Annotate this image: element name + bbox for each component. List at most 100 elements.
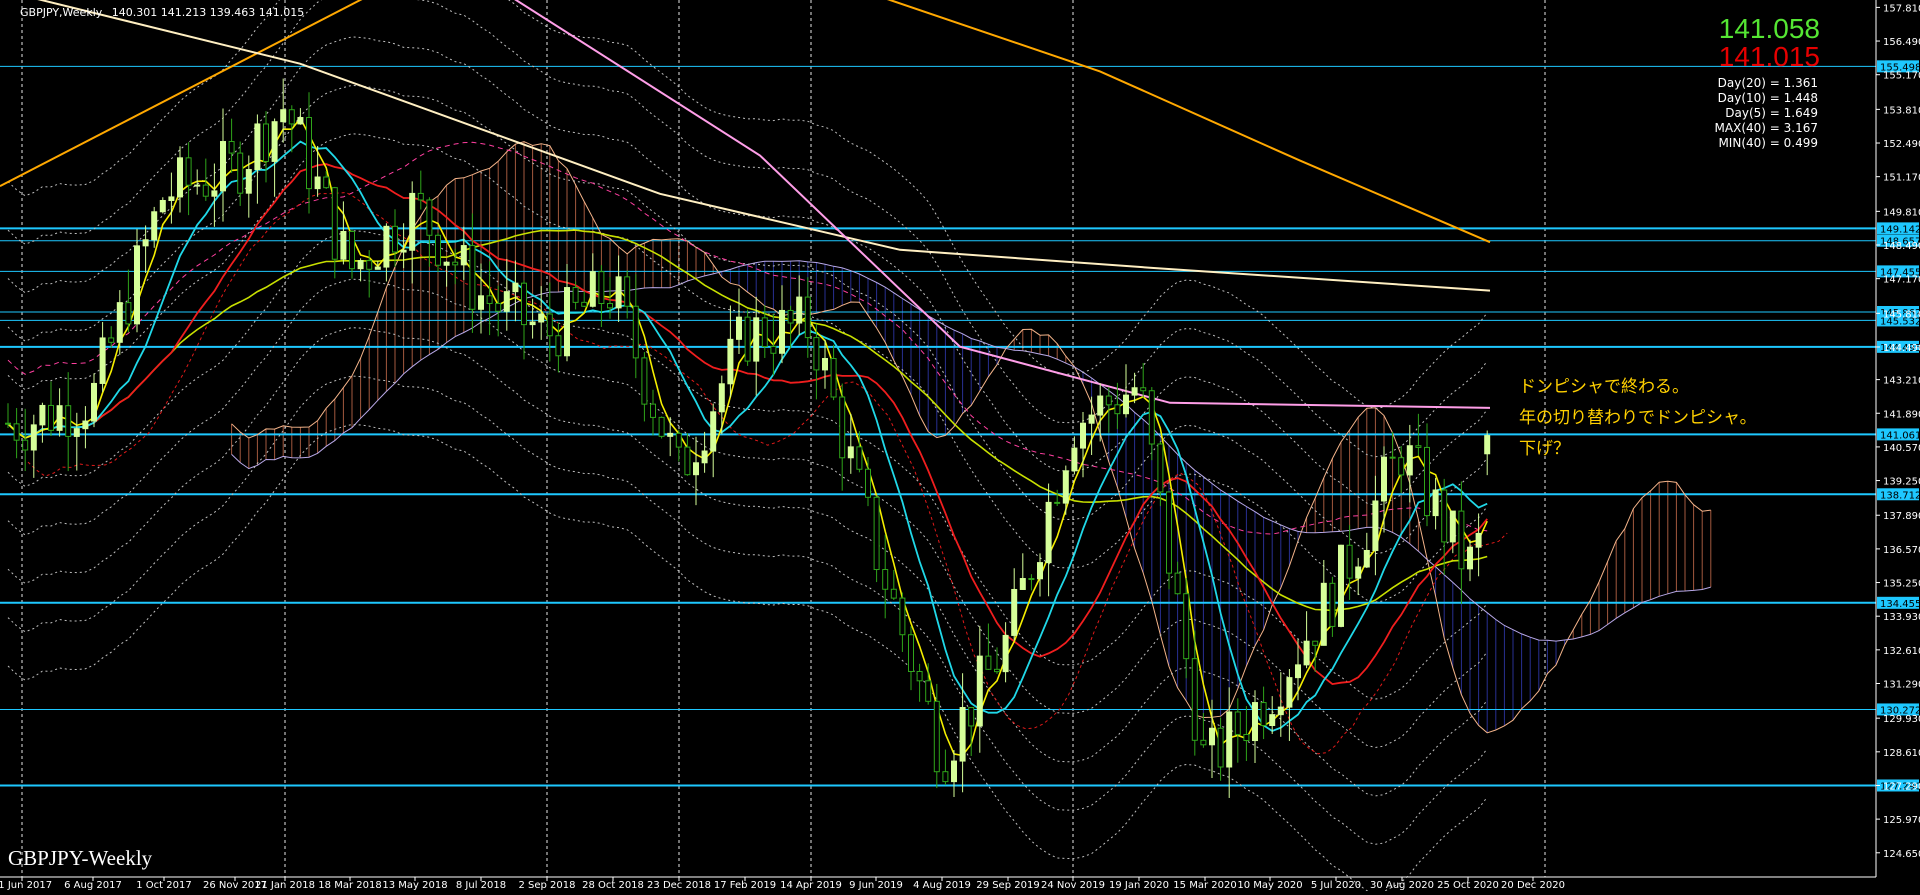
candle-body-145 xyxy=(1252,702,1258,742)
stat-day20: Day(20) = 1.361 xyxy=(1717,76,1818,90)
candle-body-169 xyxy=(1458,510,1465,570)
candle-body-120 xyxy=(1037,562,1043,580)
x-tick-label-21: 30 Aug 2020 xyxy=(1370,880,1434,891)
candle-body-51 xyxy=(443,261,450,266)
x-tick-label-11: 17 Feb 2019 xyxy=(714,880,776,891)
candle-body-133 xyxy=(1148,390,1155,445)
y-tick-label-11: 143.210 xyxy=(1883,376,1920,387)
candle-body-150 xyxy=(1295,664,1301,679)
candle-body-13 xyxy=(116,302,123,343)
y-tick-label-19: 132.610 xyxy=(1883,646,1920,657)
candle-body-132 xyxy=(1140,387,1147,392)
x-tick-label-12: 14 Apr 2019 xyxy=(780,880,842,891)
candle-body-29 xyxy=(254,123,261,171)
candle-body-79 xyxy=(684,446,691,476)
candle-body-5 xyxy=(48,404,54,431)
candle-body-139 xyxy=(1200,739,1207,746)
candle-body-92 xyxy=(796,296,803,324)
range-stats: Day(20) = 1.361 Day(10) = 1.448 Day(5) =… xyxy=(1715,76,1818,151)
candle-body-35 xyxy=(306,117,312,190)
candle-body-118 xyxy=(1019,578,1026,590)
x-tick-label-9: 28 Oct 2018 xyxy=(582,880,644,891)
x-tick-label-16: 24 Nov 2019 xyxy=(1041,880,1105,891)
candle-body-154 xyxy=(1329,582,1336,627)
candle-body-143 xyxy=(1234,711,1241,735)
candle-body-16 xyxy=(142,239,149,247)
candle-body-17 xyxy=(151,211,158,241)
candle-body-45 xyxy=(392,225,398,253)
candle-body-155 xyxy=(1338,544,1344,627)
candle-body-71 xyxy=(615,276,622,309)
stat-min40: MIN(40) = 0.499 xyxy=(1718,136,1818,150)
candle-body-99 xyxy=(856,446,863,470)
candle-body-55 xyxy=(478,295,484,310)
x-tick-label-10: 23 Dec 2018 xyxy=(647,880,711,891)
candle-body-76 xyxy=(658,416,665,437)
level-label-8: 138.712 xyxy=(1880,490,1920,501)
candle-body-97 xyxy=(839,396,846,459)
y-tick-label-4: 152.490 xyxy=(1883,139,1920,150)
candle-body-8 xyxy=(73,428,80,437)
bid-price-display: 141.058 xyxy=(1718,13,1820,44)
candle-body-89 xyxy=(770,346,777,354)
candle-body-171 xyxy=(1475,532,1482,548)
candle-body-119 xyxy=(1028,578,1035,581)
candle-body-98 xyxy=(847,446,854,459)
candle-body-38 xyxy=(331,187,338,260)
candle-body-14 xyxy=(125,302,132,325)
candle-body-25 xyxy=(220,141,226,192)
candle-body-42 xyxy=(366,260,373,270)
candle-body-44 xyxy=(383,225,390,268)
ask-price-display: 141.015 xyxy=(1718,41,1820,72)
candle-body-9 xyxy=(82,420,89,430)
candle-body-165 xyxy=(1424,446,1430,517)
x-tick-label-8: 2 Sep 2018 xyxy=(518,880,575,891)
candle-body-93 xyxy=(804,296,811,339)
candle-body-157 xyxy=(1355,566,1362,579)
candle-body-116 xyxy=(1002,634,1009,673)
candle-body-72 xyxy=(624,276,631,307)
y-tick-label-3: 153.810 xyxy=(1883,105,1920,116)
y-tick-label-8: 147.170 xyxy=(1883,275,1920,286)
candle-body-114 xyxy=(985,655,992,670)
candle-body-170 xyxy=(1467,546,1473,570)
candle-body-27 xyxy=(237,152,244,194)
candle-body-159 xyxy=(1372,500,1379,551)
candle-body-108 xyxy=(933,700,940,773)
stat-day5: Day(5) = 1.649 xyxy=(1725,106,1818,120)
note-line1: ドンピシャで終わる。 xyxy=(1519,377,1689,397)
candle-body-121 xyxy=(1045,501,1052,564)
candle-body-3 xyxy=(30,424,37,451)
candle-body-12 xyxy=(108,337,115,343)
candle-body-39 xyxy=(340,230,347,260)
x-tick-label-18: 15 Mar 2020 xyxy=(1173,880,1236,891)
candle-body-23 xyxy=(202,184,209,197)
candle-body-70 xyxy=(607,303,613,309)
candle-body-67 xyxy=(581,301,588,307)
y-tick-label-1: 156.490 xyxy=(1883,37,1920,48)
x-tick-label-19: 10 May 2020 xyxy=(1237,880,1302,891)
candle-body-103 xyxy=(890,588,897,599)
candle-body-126 xyxy=(1088,414,1095,424)
candle-body-60 xyxy=(521,282,527,326)
candle-body-7 xyxy=(65,405,72,437)
candle-body-80 xyxy=(693,462,699,476)
y-tick-label-10: 144.490 xyxy=(1883,343,1920,354)
x-tick-label-14: 4 Aug 2019 xyxy=(913,880,971,891)
y-tick-label-9: 145.810 xyxy=(1883,309,1920,320)
candle-body-138 xyxy=(1191,658,1198,741)
x-tick-label-6: 13 May 2018 xyxy=(382,880,447,891)
candle-body-86 xyxy=(744,316,751,362)
candle-body-34 xyxy=(297,117,304,125)
candle-body-11 xyxy=(99,337,106,384)
candle-body-31 xyxy=(271,121,278,162)
y-tick-label-24: 125.970 xyxy=(1883,815,1920,826)
level-label-1: 149.142 xyxy=(1880,224,1920,235)
candle-body-24 xyxy=(211,190,218,197)
candle-body-26 xyxy=(228,141,235,154)
ohlc-label: 140.301 141.213 139.463 141.015 xyxy=(111,6,305,19)
x-tick-label-5: 18 Mar 2018 xyxy=(318,880,381,891)
candle-body-129 xyxy=(1114,404,1121,415)
candle-body-75 xyxy=(650,403,656,418)
candle-body-74 xyxy=(641,357,648,405)
